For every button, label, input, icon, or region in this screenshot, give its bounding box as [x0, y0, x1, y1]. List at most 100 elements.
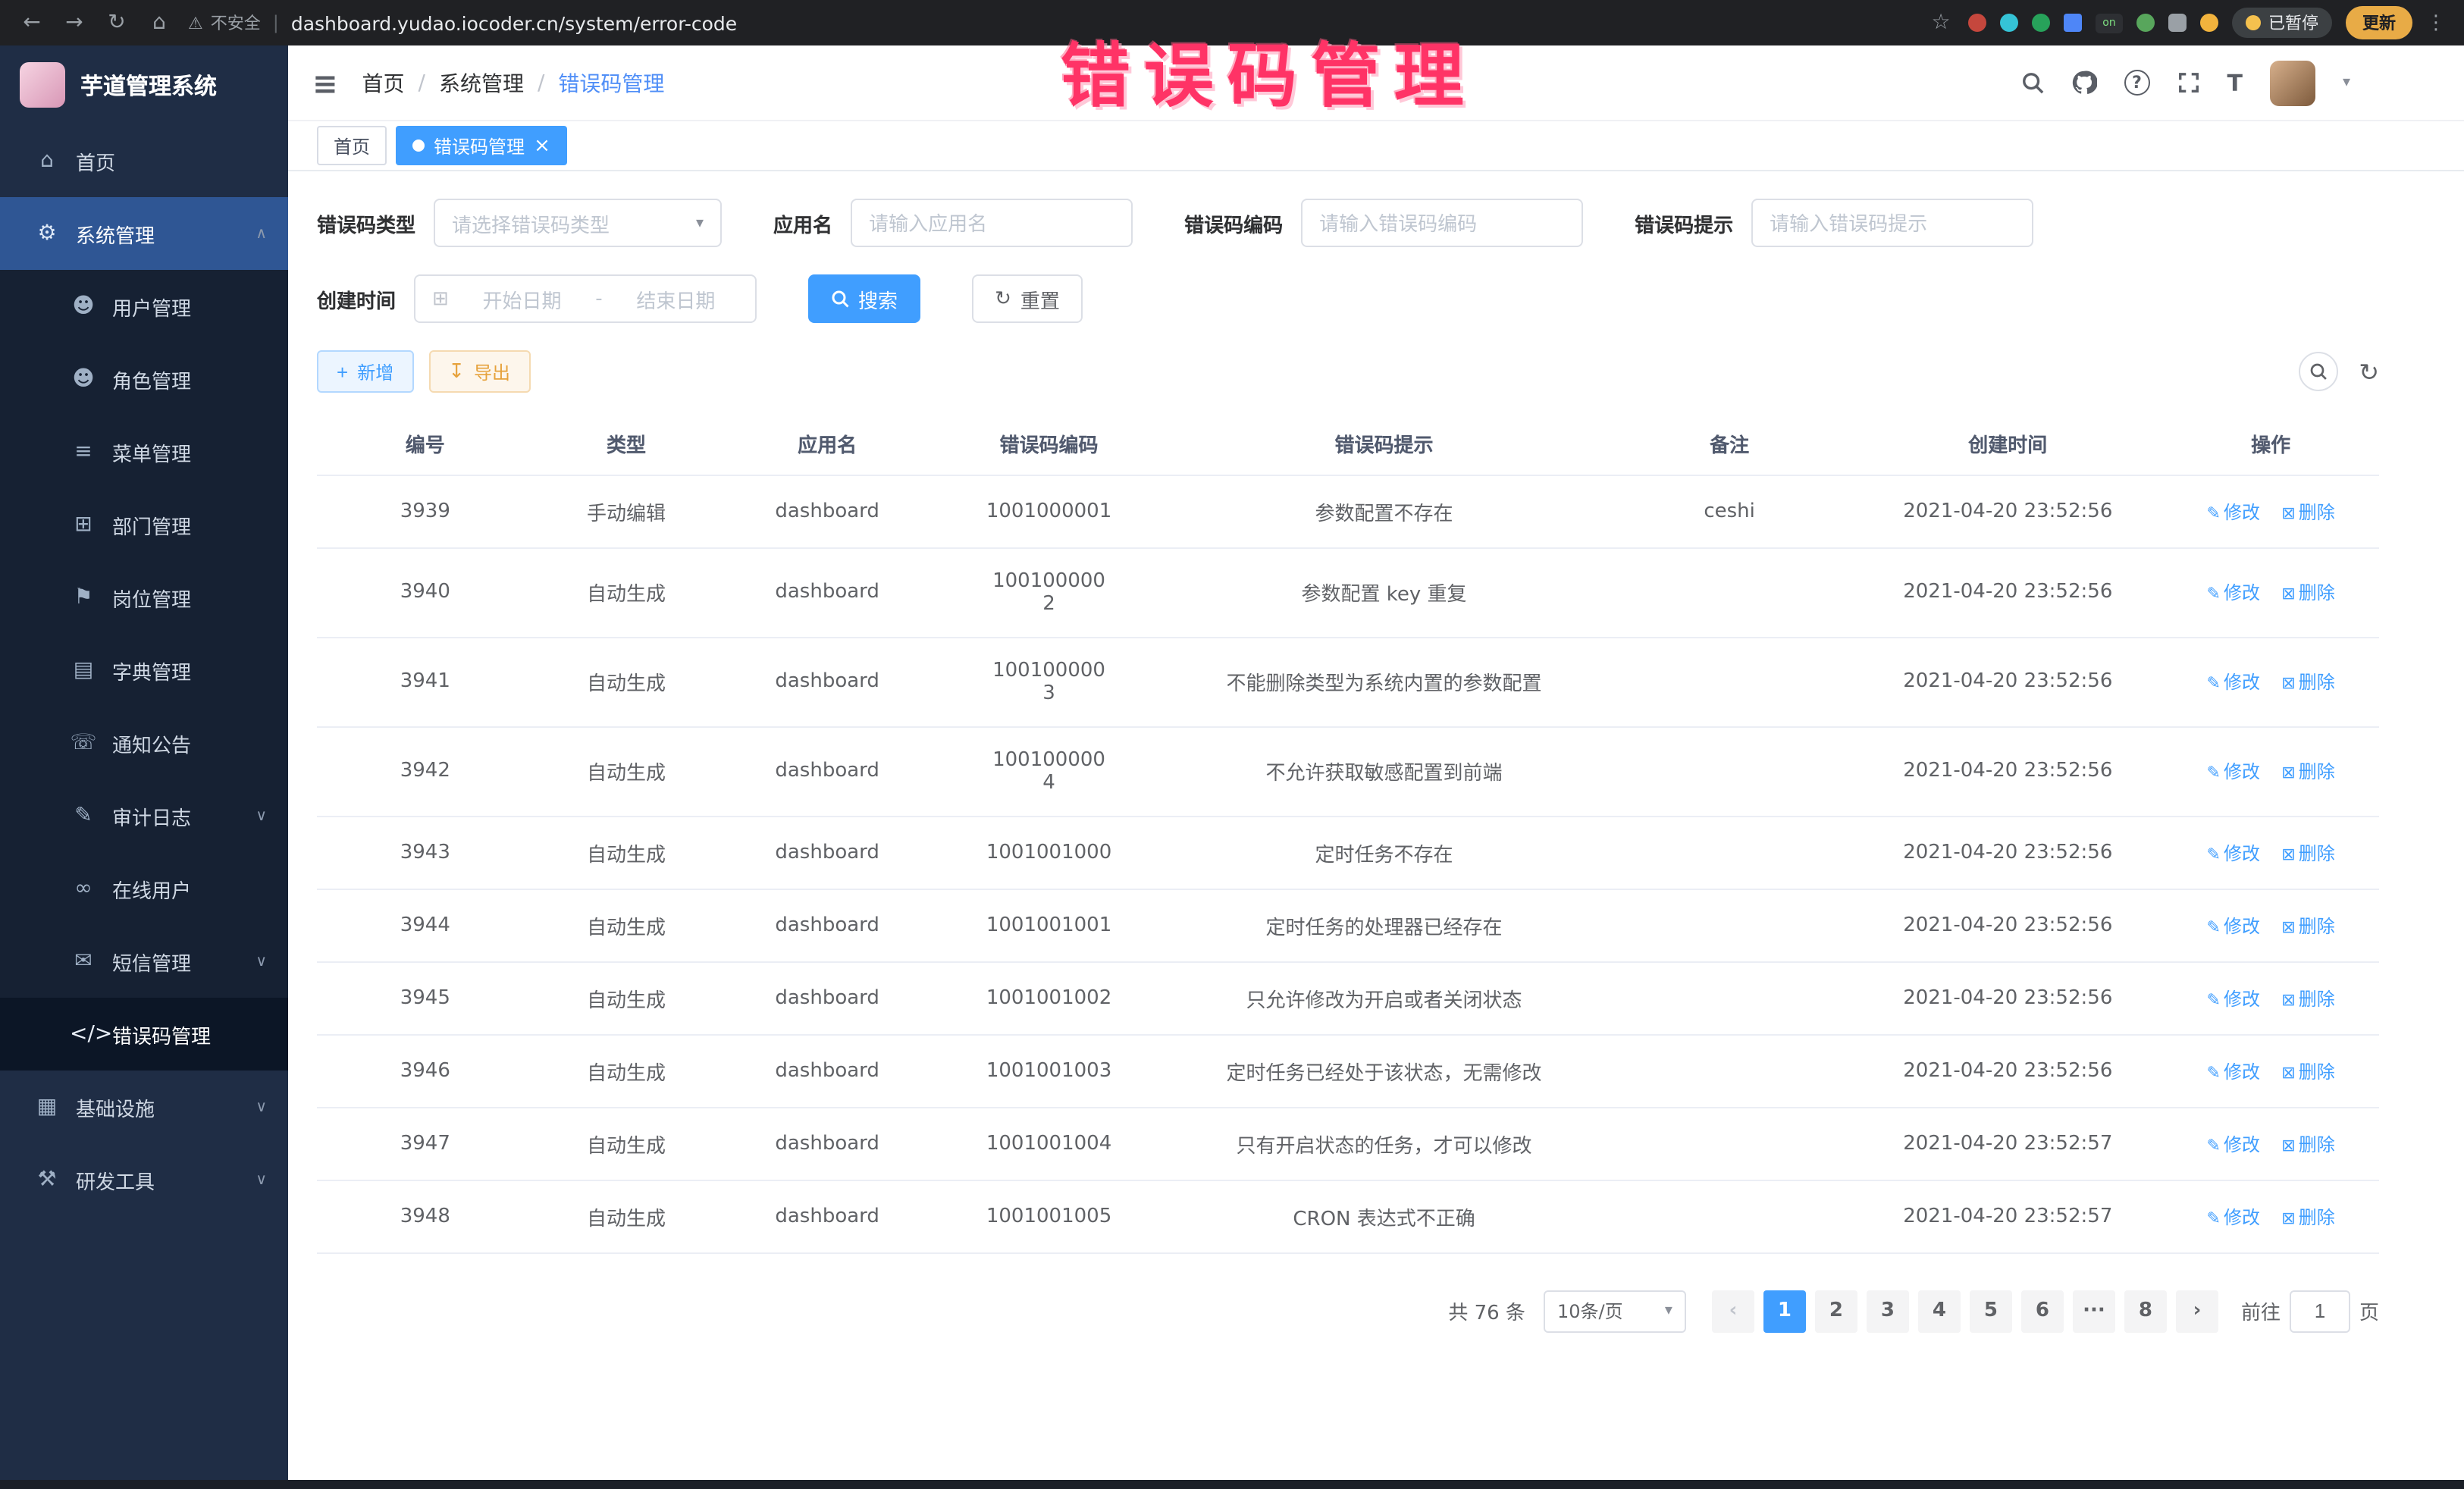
sidebar-item-notice[interactable]: ☏ 通知公告 — [0, 707, 288, 779]
error-code-input[interactable] — [1301, 199, 1583, 247]
update-button[interactable]: 更新 — [2346, 6, 2412, 39]
fullscreen-icon[interactable] — [2177, 71, 2199, 94]
export-button[interactable]: ↧ 导出 — [428, 350, 530, 393]
edit-label: 修改 — [2224, 1061, 2260, 1082]
delete-link[interactable]: ⊠删除 — [2281, 1206, 2334, 1227]
edit-link[interactable]: ✎修改 — [2207, 582, 2260, 603]
sidebar-item-infrastructure[interactable]: ▦ 基础设施 ∨ — [0, 1071, 288, 1143]
prev-page-button[interactable]: ‹ — [1712, 1290, 1754, 1332]
page-button-4[interactable]: 4 — [1918, 1290, 1961, 1332]
edit-link[interactable]: ✎修改 — [2207, 501, 2260, 522]
tab-close-icon[interactable]: × — [534, 136, 550, 155]
edit-link[interactable]: ✎修改 — [2207, 842, 2260, 864]
edit-link[interactable]: ✎修改 — [2207, 988, 2260, 1009]
user-avatar[interactable] — [2270, 60, 2315, 105]
hamburger-icon[interactable]: ≡ — [312, 64, 338, 101]
sidebar-item-error-code-management[interactable]: </> 错误码管理 — [0, 998, 288, 1071]
tab-label: 首页 — [334, 133, 370, 158]
extensions-puzzle-icon[interactable] — [2168, 14, 2187, 32]
sidebar-item-post-management[interactable]: ⚑ 岗位管理 — [0, 561, 288, 634]
page-button-2[interactable]: 2 — [1815, 1290, 1857, 1332]
extension-on-badge-icon[interactable]: on — [2096, 13, 2123, 33]
app-logo[interactable]: 芋道管理系统 — [0, 45, 288, 124]
extension-green-icon[interactable] — [2032, 14, 2050, 32]
breadcrumb-home[interactable]: 首页 — [362, 67, 405, 98]
delete-link[interactable]: ⊠删除 — [2281, 672, 2334, 693]
font-size-icon[interactable]: T — [2227, 69, 2242, 96]
sidebar-item-dept-management[interactable]: ⊞ 部门管理 — [0, 488, 288, 561]
kebab-menu-icon[interactable]: ⋮ — [2426, 11, 2446, 34]
sidebar-item-label: 用户管理 — [112, 292, 191, 321]
extension-leaf-icon[interactable] — [2136, 14, 2155, 32]
next-page-button[interactable]: › — [2176, 1290, 2218, 1332]
sidebar-item-menu-management[interactable]: ≡ 菜单管理 — [0, 415, 288, 488]
tab-home[interactable]: 首页 — [317, 126, 387, 165]
forward-icon[interactable]: → — [61, 11, 88, 35]
page-button-6[interactable]: 6 — [2021, 1290, 2064, 1332]
reset-button[interactable]: ↻ 重置 — [972, 274, 1083, 323]
toggle-search-icon[interactable] — [2298, 352, 2337, 391]
page-button-5[interactable]: 5 — [1970, 1290, 2012, 1332]
breadcrumb-separator: / — [419, 71, 425, 95]
tab-label: 错误码管理 — [434, 133, 525, 158]
delete-link[interactable]: ⊠删除 — [2281, 501, 2334, 522]
reload-icon[interactable]: ↻ — [103, 11, 130, 35]
delete-icon: ⊠ — [2281, 584, 2295, 603]
delete-link[interactable]: ⊠删除 — [2281, 761, 2334, 782]
delete-link[interactable]: ⊠删除 — [2281, 1061, 2334, 1082]
edit-link[interactable]: ✎修改 — [2207, 672, 2260, 693]
browser-home-icon[interactable]: ⌂ — [146, 11, 173, 35]
address-bar[interactable]: ⚠ 不安全 | dashboard.yudao.iocoder.cn/syste… — [188, 11, 1912, 35]
help-icon[interactable]: ? — [2124, 70, 2149, 96]
sidebar-item-role-management[interactable]: ☻ 角色管理 — [0, 343, 288, 415]
security-status[interactable]: ⚠ 不安全 — [188, 11, 261, 35]
back-icon[interactable]: ← — [18, 11, 45, 35]
edit-link[interactable]: ✎修改 — [2207, 1133, 2260, 1155]
delete-link[interactable]: ⊠删除 — [2281, 988, 2334, 1009]
extension-red-icon[interactable] — [1968, 14, 1986, 32]
sidebar-item-home[interactable]: ⌂ 首页 — [0, 124, 288, 197]
search-icon[interactable] — [2020, 71, 2043, 94]
sidebar-item-online-users[interactable]: ∞ 在线用户 — [0, 852, 288, 925]
col-actions: 操作 — [2162, 414, 2379, 475]
page-button-8[interactable]: 8 — [2124, 1290, 2167, 1332]
sidebar-item-sms-management[interactable]: ✉ 短信管理 ∨ — [0, 925, 288, 998]
paused-badge[interactable]: 已暂停 — [2232, 8, 2332, 38]
delete-label: 删除 — [2299, 842, 2335, 864]
delete-link[interactable]: ⊠删除 — [2281, 915, 2334, 936]
delete-link[interactable]: ⊠删除 — [2281, 842, 2334, 864]
avatar-caret-icon[interactable]: ▾ — [2343, 74, 2350, 91]
edit-link[interactable]: ✎修改 — [2207, 915, 2260, 936]
sidebar-item-user-management[interactable]: ☻ 用户管理 — [0, 270, 288, 343]
extension-teal-icon[interactable] — [2000, 14, 2018, 32]
tab-error-code-management[interactable]: 错误码管理 × — [396, 126, 567, 165]
page-size-select[interactable]: 10条/页 ▾ — [1544, 1290, 1686, 1332]
bookmark-star-icon[interactable]: ☆ — [1927, 11, 1955, 35]
page-button-1[interactable]: 1 — [1763, 1290, 1806, 1332]
add-button[interactable]: + 新增 — [317, 350, 413, 393]
goto-page-input[interactable] — [2290, 1290, 2350, 1332]
page-button-3[interactable]: 3 — [1867, 1290, 1909, 1332]
extension-blue-icon[interactable] — [2064, 14, 2082, 32]
sidebar-item-dict-management[interactable]: ▤ 字典管理 — [0, 634, 288, 707]
more-pages-button[interactable]: ··· — [2073, 1290, 2115, 1332]
error-hint-input[interactable] — [1751, 199, 2033, 247]
sidebar-item-audit-log[interactable]: ✎ 审计日志 ∨ — [0, 779, 288, 852]
breadcrumb-system[interactable]: 系统管理 — [439, 67, 524, 98]
cell-id: 3947 — [317, 1107, 534, 1180]
sidebar-item-system-management[interactable]: ⚙ 系统管理 ∧ — [0, 197, 288, 270]
github-icon[interactable] — [2071, 70, 2096, 96]
delete-link[interactable]: ⊠删除 — [2281, 582, 2334, 603]
search-button[interactable]: 搜索 — [808, 274, 920, 323]
edit-link[interactable]: ✎修改 — [2207, 1206, 2260, 1227]
cell-actions: ✎修改 ⊠删除 — [2162, 1034, 2379, 1107]
delete-link[interactable]: ⊠删除 — [2281, 1133, 2334, 1155]
date-range-picker[interactable]: ⊞ 开始日期 - 结束日期 — [414, 274, 757, 323]
refresh-table-icon[interactable]: ↻ — [2359, 357, 2379, 386]
sidebar-item-dev-tools[interactable]: ⚒ 研发工具 ∨ — [0, 1143, 288, 1216]
app-name-input[interactable] — [851, 199, 1133, 247]
edit-link[interactable]: ✎修改 — [2207, 1061, 2260, 1082]
browser-profile-avatar[interactable] — [2200, 14, 2218, 32]
error-code-type-select[interactable]: 请选择错误码类型 ▾ — [434, 199, 722, 247]
edit-link[interactable]: ✎修改 — [2207, 761, 2260, 782]
